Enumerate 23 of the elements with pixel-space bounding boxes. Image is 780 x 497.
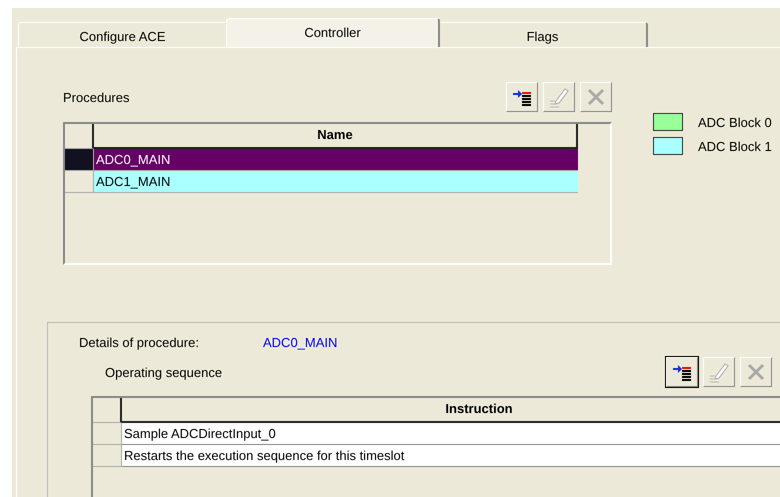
table-cell[interactable]: Sample ADCDirectInput_0 [122, 423, 780, 445]
row-selector[interactable] [65, 149, 94, 171]
details-label: Details of procedure: [79, 335, 200, 350]
section-label: Procedures [63, 90, 130, 104]
table-cell[interactable]: ADC0_MAIN [94, 149, 578, 171]
table-cell[interactable]: Restarts the execution sequence for this timeslot [122, 445, 780, 467]
close-icon [747, 363, 765, 381]
tab[interactable]: Controller [226, 18, 440, 47]
tab[interactable]: Configure ACE [18, 22, 228, 47]
close-icon [587, 88, 605, 106]
row-header-corner [93, 398, 122, 423]
add-button[interactable] [666, 357, 698, 387]
legend-label: ADC Block 1 [698, 138, 772, 154]
legend-label: ADC Block 0 [698, 114, 772, 130]
insert-list-icon [512, 88, 532, 106]
pencil-icon [708, 361, 730, 383]
section-label: Operating sequence [105, 364, 222, 380]
insert-list-icon [672, 363, 692, 381]
add-button[interactable] [506, 82, 538, 112]
table-cell[interactable]: ADC1_MAIN [94, 171, 578, 193]
procedure-name: ADC0_MAIN [263, 335, 338, 350]
pencil-icon [548, 86, 570, 108]
tab[interactable]: Flags [438, 22, 648, 47]
